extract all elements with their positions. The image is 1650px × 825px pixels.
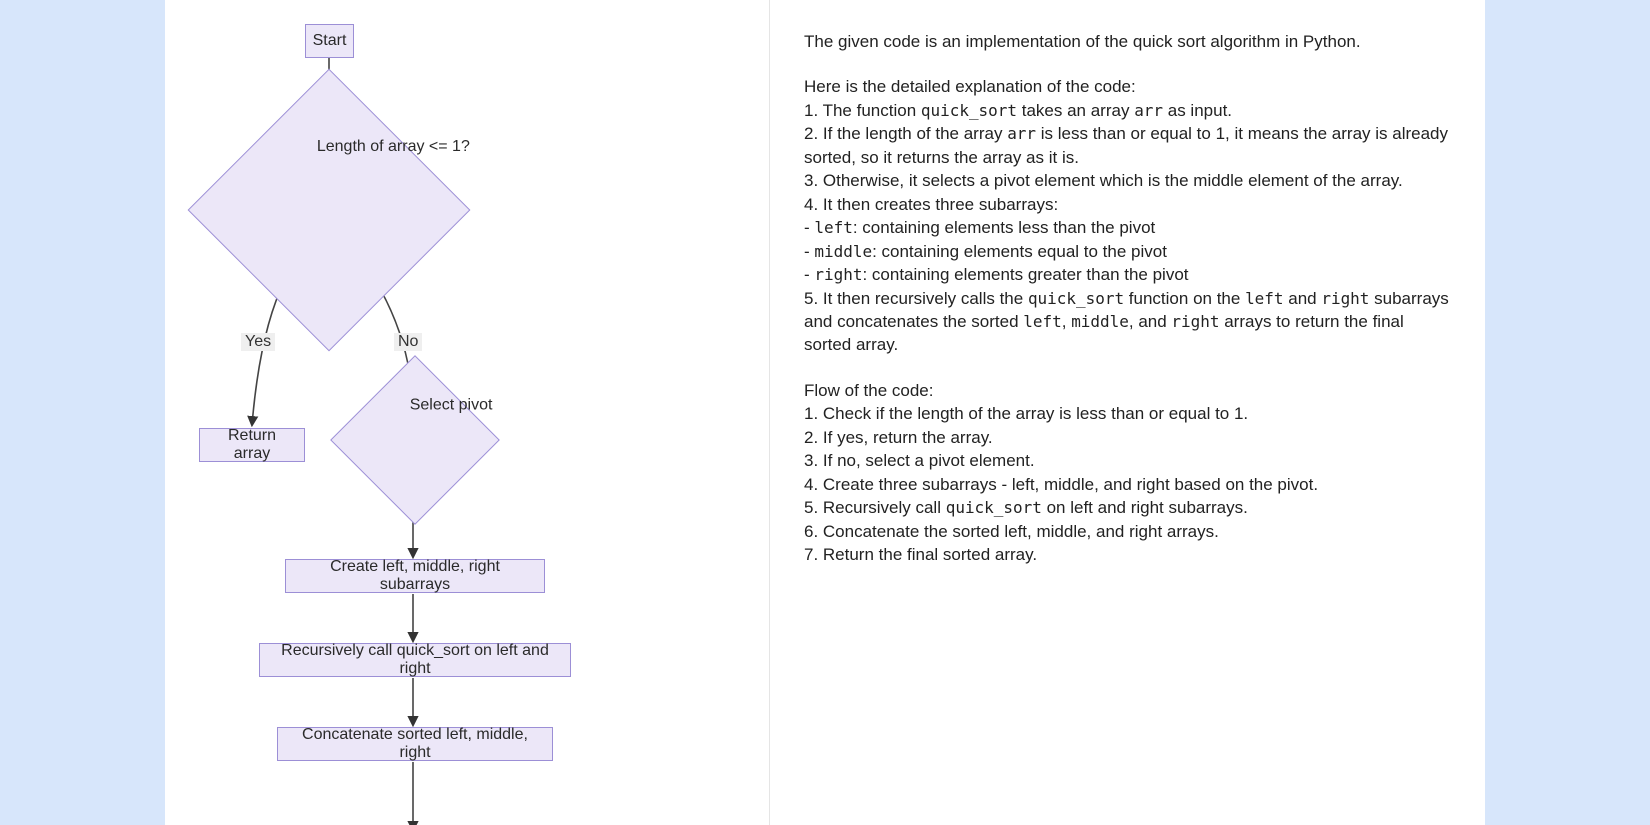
explanation-intro: The given code is an implementation of t… [804,30,1451,53]
edge-no-label: No [394,333,422,351]
node-create-subarrays: Create left, middle, right subarrays [285,559,545,593]
detail-line: 5. It then recursively calls the quick_s… [804,287,1451,357]
flow-step: 1. Check if the length of the array is l… [804,402,1451,425]
node-start-label: Start [313,32,347,50]
node-check-label: Length of array <= 1? [293,138,493,156]
node-concat: Concatenate sorted left, middle, right [277,727,553,761]
flow-heading: Flow of the code: [804,379,1451,402]
flow-step: 3. If no, select a pivot element. [804,449,1451,472]
node-concat-label: Concatenate sorted left, middle, right [292,726,538,762]
detail-line: - left: containing elements less than th… [804,216,1451,239]
node-return-array-label: Return array [214,427,290,463]
node-check: Length of array <= 1? [229,110,429,310]
explanation-details: Here is the detailed explanation of the … [804,75,1451,356]
detail-line: 3. Otherwise, it selects a pivot element… [804,169,1451,192]
flow-step: 5. Recursively call quick_sort on left a… [804,496,1451,519]
detail-line: 2. If the length of the array arr is les… [804,122,1451,169]
node-select-pivot: Select pivot [355,380,475,500]
node-recurse: Recursively call quick_sort on left and … [259,643,571,677]
detail-heading: Here is the detailed explanation of the … [804,75,1451,98]
flow-step: 2. If yes, return the array. [804,426,1451,449]
node-select-pivot-label: Select pivot [391,396,511,414]
edge-yes-label: Yes [241,333,275,351]
node-create-subarrays-label: Create left, middle, right subarrays [300,558,530,594]
flow-step: 6. Concatenate the sorted left, middle, … [804,520,1451,543]
detail-line: - right: containing elements greater tha… [804,263,1451,286]
node-return-array: Return array [199,428,305,462]
flow-step: 7. Return the final sorted array. [804,543,1451,566]
detail-line: 4. It then creates three subarrays: [804,193,1451,216]
detail-line: 1. The function quick_sort takes an arra… [804,99,1451,122]
explanation-panel: The given code is an implementation of t… [770,0,1485,825]
flowchart-panel: Start Length of array <= 1? Yes No Retur… [165,0,770,825]
node-recurse-label: Recursively call quick_sort on left and … [274,642,556,678]
node-start: Start [305,24,354,58]
flow-step: 4. Create three subarrays - left, middle… [804,473,1451,496]
detail-line: - middle: containing elements equal to t… [804,240,1451,263]
explanation-flow: Flow of the code: 1. Check if the length… [804,379,1451,567]
